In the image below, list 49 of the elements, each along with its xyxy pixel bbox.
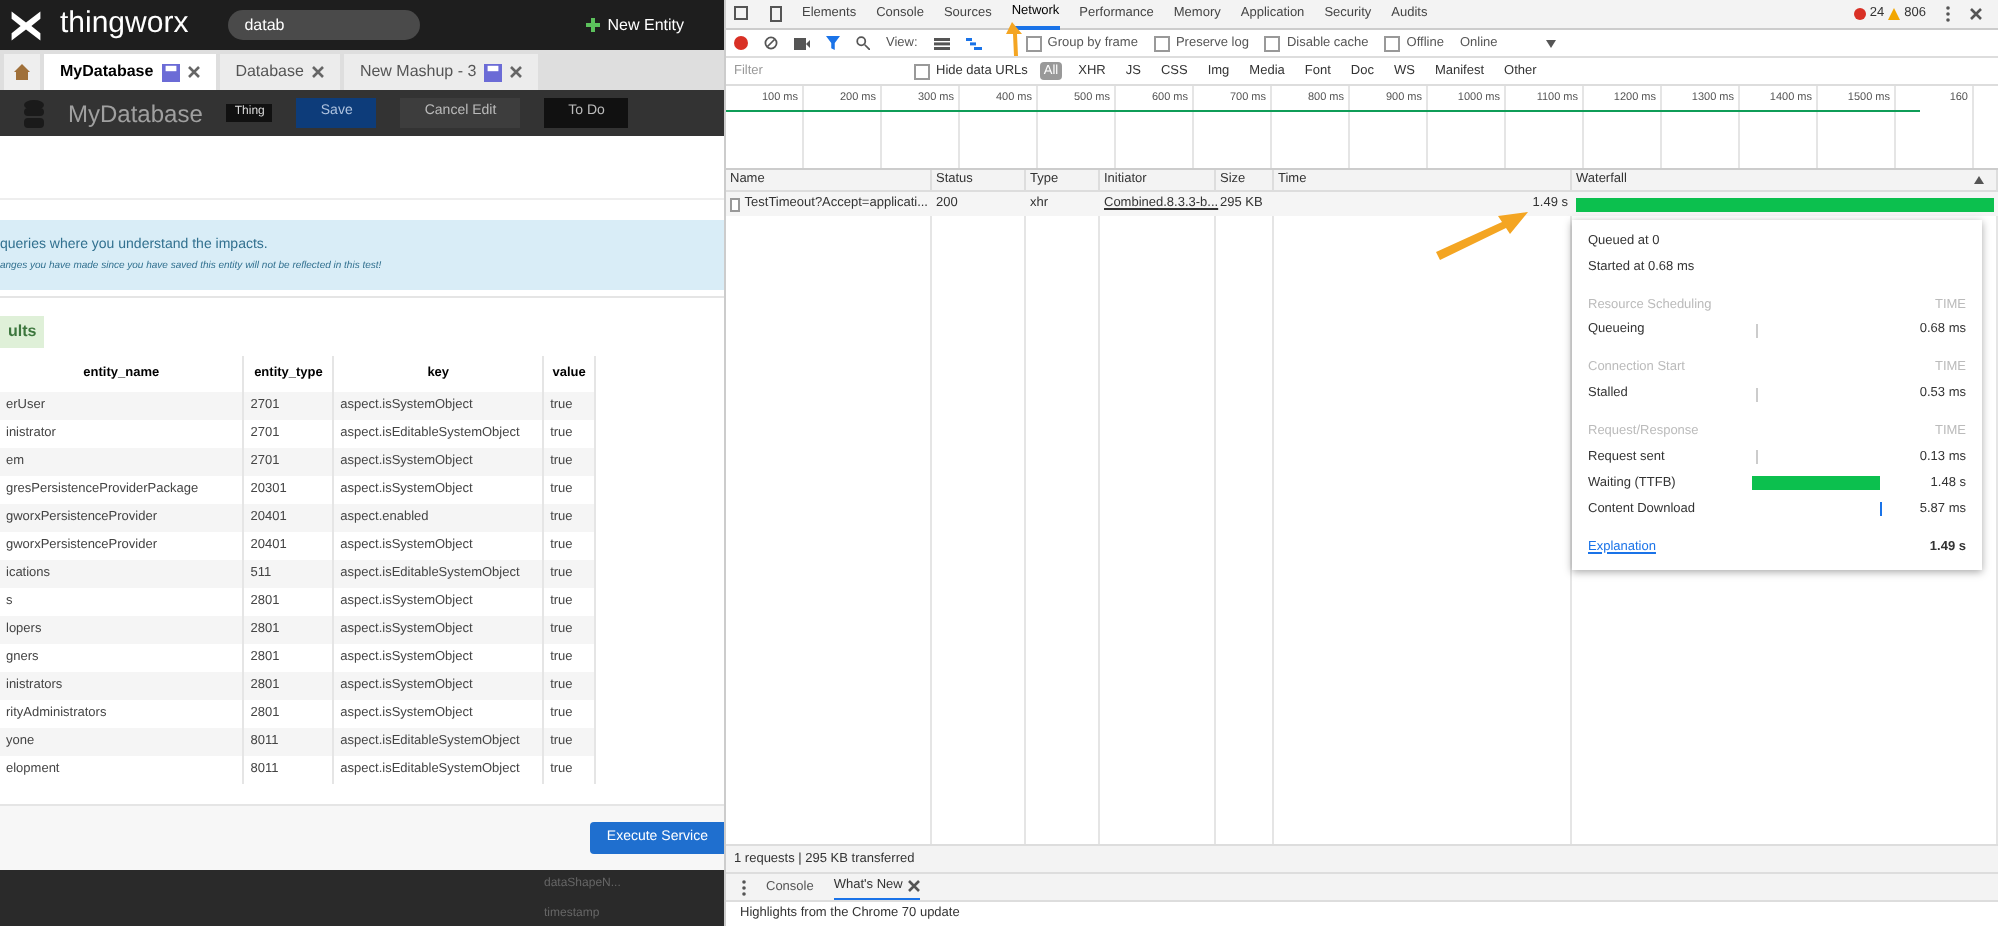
tab-label: New Mashup - 3 xyxy=(359,60,477,84)
close-icon[interactable] xyxy=(1970,8,1982,20)
timing-tick xyxy=(1756,323,1758,338)
save-icon xyxy=(161,63,180,81)
list-view-icon[interactable] xyxy=(933,37,950,49)
editor-tab[interactable]: Database xyxy=(219,54,340,90)
tab-label: MyDatabase xyxy=(60,60,154,84)
inspect-icon[interactable] xyxy=(734,6,750,22)
dropdown-icon[interactable] xyxy=(1545,39,1556,47)
new-entity-button[interactable]: New Entity xyxy=(585,13,684,37)
checkbox[interactable] xyxy=(1153,35,1170,51)
checkbox[interactable] xyxy=(1025,35,1042,51)
save-icon xyxy=(484,63,503,81)
timing-tick xyxy=(1756,387,1758,401)
close-icon[interactable] xyxy=(908,879,921,891)
file-icon xyxy=(730,197,741,211)
waterfall-view-icon[interactable] xyxy=(965,37,982,49)
close-icon[interactable] xyxy=(187,66,200,78)
sort-icon[interactable] xyxy=(1974,176,1984,184)
logo-text: thingworx xyxy=(60,4,189,45)
entity-title: MyDatabase xyxy=(68,97,203,131)
checkbox[interactable] xyxy=(1264,35,1281,51)
record-icon[interactable] xyxy=(734,36,748,50)
close-icon[interactable] xyxy=(311,66,324,78)
editor-tab[interactable]: New Mashup - 3 xyxy=(343,54,539,90)
filter-icon[interactable] xyxy=(826,36,840,50)
home-icon xyxy=(12,62,32,82)
logo-icon xyxy=(8,7,44,43)
error-icon xyxy=(1853,8,1866,20)
plus-icon xyxy=(585,18,600,32)
editor-tab[interactable]: MyDatabase xyxy=(44,54,216,90)
home-tab[interactable] xyxy=(4,54,40,90)
device-icon[interactable] xyxy=(770,6,782,22)
checkbox[interactable] xyxy=(914,63,930,79)
close-icon[interactable] xyxy=(510,66,523,78)
warning-icon xyxy=(1888,8,1901,20)
timing-bar xyxy=(1752,476,1880,491)
checkbox[interactable] xyxy=(1384,35,1401,51)
search-icon[interactable] xyxy=(856,36,870,50)
camera-icon[interactable] xyxy=(794,37,810,49)
database-icon xyxy=(24,99,44,127)
search-field[interactable]: datab xyxy=(228,10,421,40)
annotation-arrow xyxy=(1436,212,1528,260)
tab-label: Database xyxy=(235,60,304,84)
timing-tick xyxy=(1756,450,1758,465)
annotation-arrow xyxy=(1006,22,1022,56)
timing-tick xyxy=(1880,502,1882,517)
results-tab[interactable]: ults xyxy=(0,316,45,348)
clear-icon[interactable] xyxy=(764,36,778,50)
